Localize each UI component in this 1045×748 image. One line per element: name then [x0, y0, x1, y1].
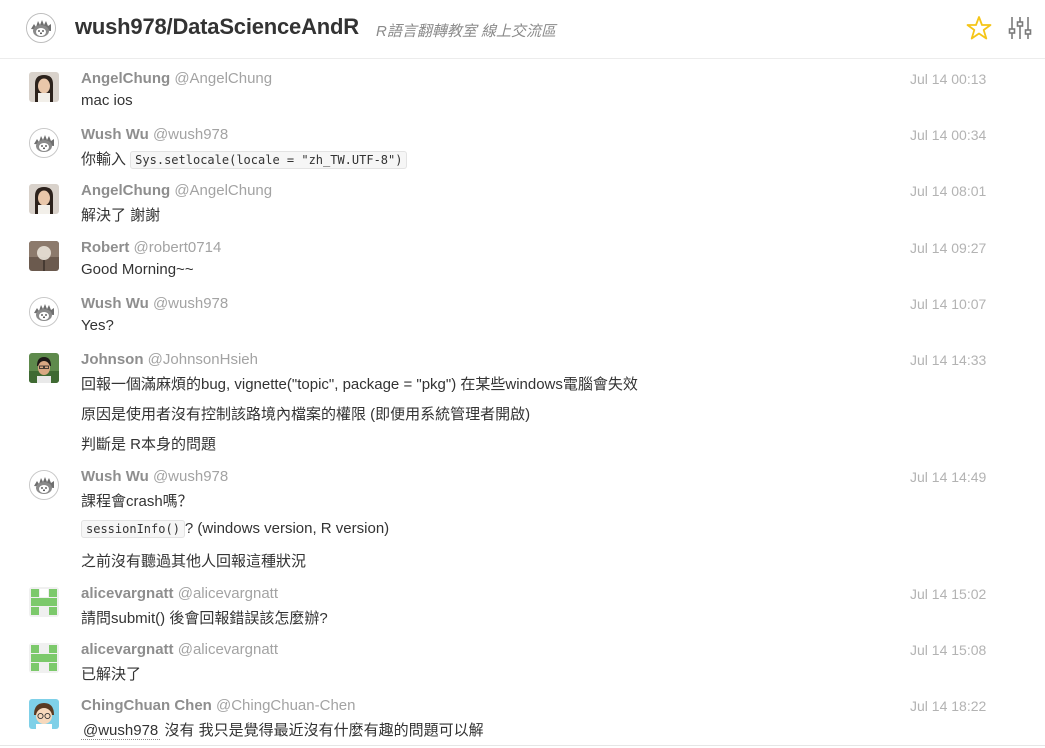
sender-name[interactable]: AngelChung [81, 182, 170, 199]
message-timestamp[interactable]: Jul 14 09:27 [910, 240, 986, 256]
sender-handle[interactable]: @alicevargnatt [178, 585, 278, 602]
message-timestamp[interactable]: Jul 14 00:34 [910, 127, 986, 143]
message-text: 之前沒有聽過其他人回報這種狀況 [81, 553, 307, 570]
message-text: 原因是使用者沒有控制該路境內檔案的權限 (即便用系統管理者開啟) [81, 406, 531, 423]
identicon-avatar-icon [29, 587, 59, 617]
dandelion-photo-icon [29, 241, 59, 271]
message-timestamp[interactable]: Jul 14 18:22 [910, 698, 986, 714]
inline-code: Sys.setlocale(locale = "zh_TW.UTF-8") [130, 151, 408, 169]
sender-name[interactable]: Wush Wu [81, 468, 149, 485]
chat-message-list: AngelChung @AngelChung Jul 14 00:13 mac … [0, 59, 1045, 748]
message-text: 課程會crash嗎？ [81, 493, 193, 510]
room-topic: R語言翻轉教室 線上交流區 [376, 23, 557, 40]
user-photo-icon [29, 72, 59, 102]
user-avatar[interactable] [29, 72, 59, 102]
message-meta: alicevargnatt @alicevargnatt [81, 585, 278, 602]
message-timestamp[interactable]: Jul 14 15:08 [910, 642, 986, 658]
sender-handle[interactable]: @wush978 [153, 126, 228, 143]
message-text: sessionInfo()? (windows version, R versi… [81, 520, 390, 538]
message-meta: Johnson @JohnsonHsieh [81, 351, 258, 368]
message-text: Yes? [81, 317, 114, 334]
sender-name[interactable]: Robert [81, 239, 129, 256]
sender-name[interactable]: alicevargnatt [81, 585, 174, 602]
message-meta: Wush Wu @wush978 [81, 468, 228, 485]
message-timestamp[interactable]: Jul 14 08:01 [910, 183, 986, 199]
divider [0, 745, 1045, 746]
user-avatar[interactable] [29, 470, 59, 500]
message-text: 你輸入 Sys.setlocale(locale = "zh_TW.UTF-8"… [81, 148, 408, 169]
message-timestamp[interactable]: Jul 14 14:33 [910, 352, 986, 368]
message-meta: AngelChung @AngelChung [81, 70, 272, 87]
message-text: @wush978 沒有 我只是覺得最近沒有什麼有趣的問題可以解 [81, 719, 484, 740]
sender-handle[interactable]: @wush978 [153, 468, 228, 485]
message-meta: ChingChuan Chen @ChingChuan-Chen [81, 697, 355, 714]
user-avatar[interactable] [29, 184, 59, 214]
message-text: Good Morning~~ [81, 261, 194, 278]
settings-sliders-icon[interactable] [1007, 15, 1033, 41]
hedgehog-avatar-icon [30, 129, 58, 157]
user-avatar[interactable] [29, 587, 59, 617]
message-text: 請問submit() 後會回報錯誤該怎麼辦? [81, 610, 328, 627]
sender-handle[interactable]: @ChingChuan-Chen [216, 697, 355, 714]
user-avatar[interactable] [29, 128, 59, 158]
sender-handle[interactable]: @alicevargnatt [178, 641, 278, 658]
user-avatar[interactable] [29, 297, 59, 327]
star-icon[interactable] [966, 15, 992, 41]
sender-name[interactable]: AngelChung [81, 70, 170, 87]
cartoon-avatar-icon [29, 699, 59, 729]
message-meta: Wush Wu @wush978 [81, 295, 228, 312]
sender-handle[interactable]: @JohnsonHsieh [148, 351, 258, 368]
user-mention[interactable]: @wush978 [81, 722, 161, 740]
user-avatar[interactable] [29, 643, 59, 673]
room-avatar[interactable] [26, 13, 56, 43]
sender-name[interactable]: Wush Wu [81, 295, 149, 312]
identicon-avatar-icon [29, 643, 59, 673]
message-text-body: 沒有 我只是覺得最近沒有什麼有趣的問題可以解 [160, 722, 484, 739]
sender-handle[interactable]: @robert0714 [134, 239, 222, 256]
hedgehog-avatar-icon [30, 298, 58, 326]
user-photo-icon [29, 184, 59, 214]
message-timestamp[interactable]: Jul 14 00:13 [910, 71, 986, 87]
hedgehog-avatar-icon [27, 14, 55, 42]
message-timestamp[interactable]: Jul 14 14:49 [910, 469, 986, 485]
message-timestamp[interactable]: Jul 14 15:02 [910, 586, 986, 602]
user-avatar[interactable] [29, 241, 59, 271]
sender-handle[interactable]: @AngelChung [174, 70, 272, 87]
message-text-prefix: 你輸入 [81, 151, 131, 168]
sender-name[interactable]: Johnson [81, 351, 144, 368]
message-text: mac ios [81, 92, 133, 109]
hedgehog-avatar-icon [30, 471, 58, 499]
message-text: 解決了 謝謝 [81, 207, 161, 224]
user-photo-icon [29, 353, 59, 383]
sender-name[interactable]: ChingChuan Chen [81, 697, 212, 714]
message-text-suffix: ? (windows version, R version) [184, 520, 390, 537]
message-timestamp[interactable]: Jul 14 10:07 [910, 296, 986, 312]
sender-handle[interactable]: @wush978 [153, 295, 228, 312]
user-avatar[interactable] [29, 699, 59, 729]
sender-handle[interactable]: @AngelChung [174, 182, 272, 199]
user-avatar[interactable] [29, 353, 59, 383]
message-text: 回報一個滿麻煩的bug, vignette("topic", package =… [81, 376, 638, 393]
message-meta: alicevargnatt @alicevargnatt [81, 641, 278, 658]
sender-name[interactable]: alicevargnatt [81, 641, 174, 658]
message-text: 判斷是 R本身的問題 [81, 436, 217, 453]
message-meta: AngelChung @AngelChung [81, 182, 272, 199]
room-header: wush978/DataScienceAndR R語言翻轉教室 線上交流區 [0, 0, 1045, 59]
inline-code: sessionInfo() [81, 520, 185, 538]
message-meta: Wush Wu @wush978 [81, 126, 228, 143]
room-title[interactable]: wush978/DataScienceAndR [75, 14, 359, 40]
sender-name[interactable]: Wush Wu [81, 126, 149, 143]
message-meta: Robert @robert0714 [81, 239, 221, 256]
message-text: 已解決了 [81, 666, 142, 683]
